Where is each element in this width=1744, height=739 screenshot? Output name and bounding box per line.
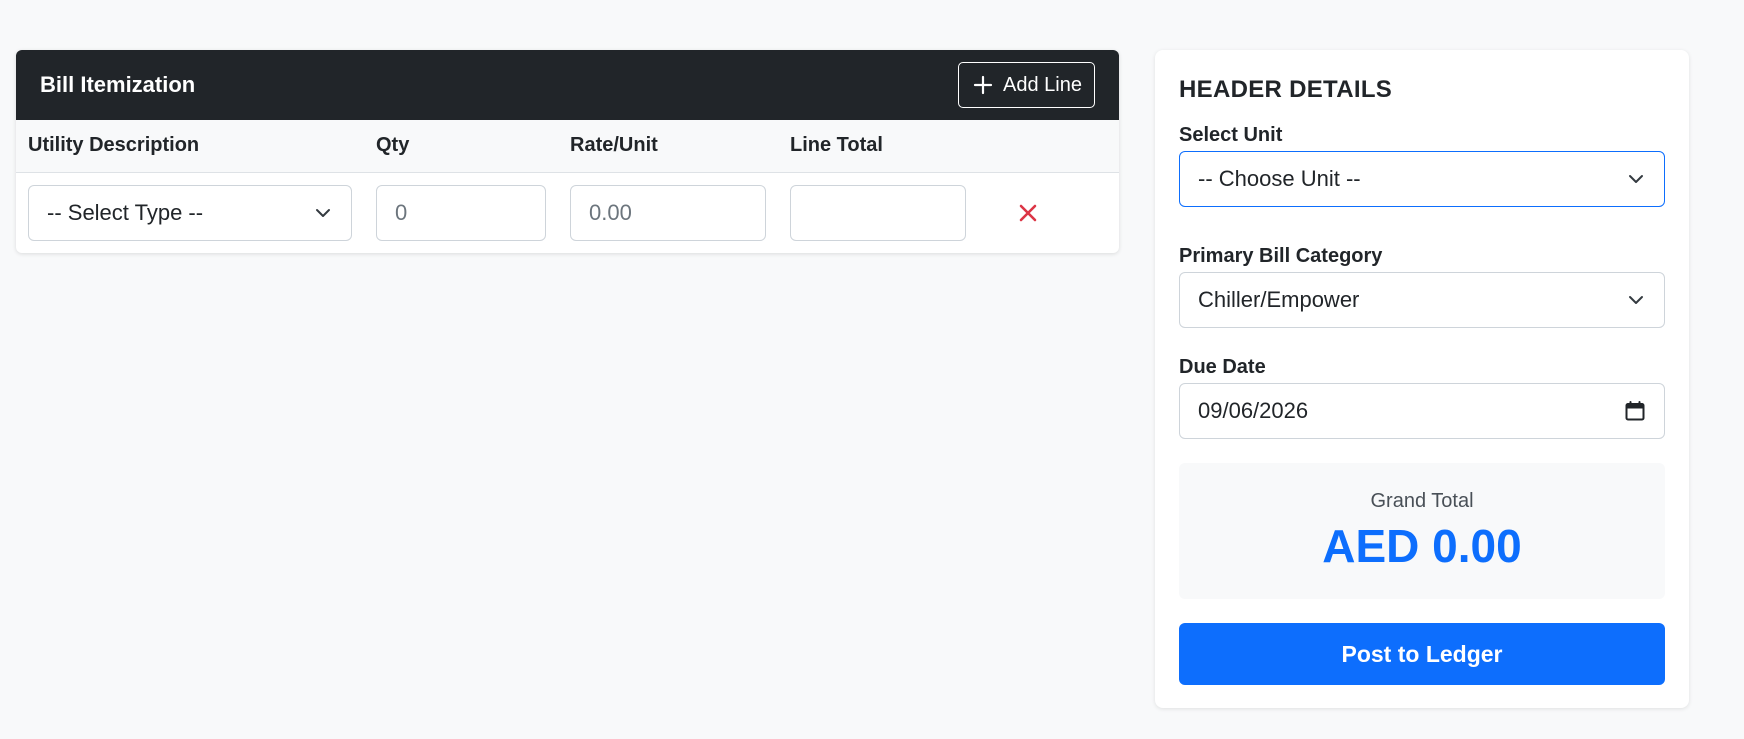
utility-type-value: -- Select Type -- <box>47 199 204 225</box>
unit-select-value: -- Choose Unit -- <box>1198 166 1361 191</box>
category-group: Primary Bill Category Chiller/Empower <box>1179 245 1665 328</box>
items-table: Utility Description Qty Rate/Unit Line T… <box>16 120 1119 253</box>
col-line-total: Line Total <box>778 120 978 173</box>
add-line-button[interactable]: Add Line <box>958 62 1095 108</box>
category-select[interactable]: Chiller/Empower <box>1179 272 1665 328</box>
chevron-down-icon <box>316 208 330 217</box>
chevron-down-icon <box>1629 175 1643 183</box>
bill-itemization-title: Bill Itemization <box>40 72 196 97</box>
grand-total-value: AED 0.00 <box>1322 519 1522 572</box>
bill-itemization-header: Bill Itemization Add Line <box>16 50 1119 120</box>
table-row: -- Select Type -- <box>16 172 1119 253</box>
category-select-value: Chiller/Empower <box>1198 287 1360 312</box>
grand-total-label: Grand Total <box>1370 489 1474 512</box>
qty-input[interactable] <box>395 199 527 226</box>
due-date-input[interactable]: 09/06/2026 <box>1179 383 1665 439</box>
unit-label: Select Unit <box>1179 124 1283 146</box>
calendar-icon[interactable] <box>1624 400 1646 422</box>
remove-line-button[interactable] <box>1008 193 1048 233</box>
x-icon <box>1019 204 1037 221</box>
bill-itemization-card: Bill Itemization Add Line Utility Descri… <box>16 50 1119 253</box>
cell-line-total <box>778 172 978 253</box>
header-details-title: HEADER DETAILS <box>1179 76 1393 103</box>
cell-rate <box>558 172 778 253</box>
unit-select[interactable]: -- Choose Unit -- <box>1179 151 1665 207</box>
utility-type-select[interactable]: -- Select Type -- <box>28 184 352 241</box>
cell-utility-type: -- Select Type -- <box>16 172 364 253</box>
line-total-input[interactable] <box>809 199 947 226</box>
header-details-card: HEADER DETAILS Select Unit -- Choose Uni… <box>1155 50 1689 708</box>
due-date-value: 09/06/2026 <box>1198 398 1309 423</box>
add-line-label: Add Line <box>1003 73 1082 96</box>
line-total-field[interactable] <box>790 184 966 241</box>
col-utility-description: Utility Description <box>16 120 364 173</box>
due-date-group: Due Date 09/06/2026 <box>1179 356 1665 439</box>
cell-actions <box>978 172 1119 253</box>
rate-input[interactable] <box>589 199 747 226</box>
category-label: Primary Bill Category <box>1179 245 1383 267</box>
col-actions <box>978 120 1119 173</box>
col-rate-unit: Rate/Unit <box>558 120 778 173</box>
cell-qty <box>364 172 558 253</box>
table-header-row: Utility Description Qty Rate/Unit Line T… <box>16 120 1119 173</box>
qty-field[interactable] <box>376 184 546 241</box>
post-to-ledger-button[interactable]: Post to Ledger <box>1179 623 1665 685</box>
unit-group: Select Unit -- Choose Unit -- <box>1179 124 1665 207</box>
plus-icon <box>973 75 993 95</box>
chevron-down-icon <box>1629 296 1643 304</box>
grand-total-box: Grand Total AED 0.00 <box>1179 463 1665 599</box>
col-qty: Qty <box>364 120 558 173</box>
due-date-label: Due Date <box>1179 356 1266 378</box>
rate-field[interactable] <box>570 184 766 241</box>
